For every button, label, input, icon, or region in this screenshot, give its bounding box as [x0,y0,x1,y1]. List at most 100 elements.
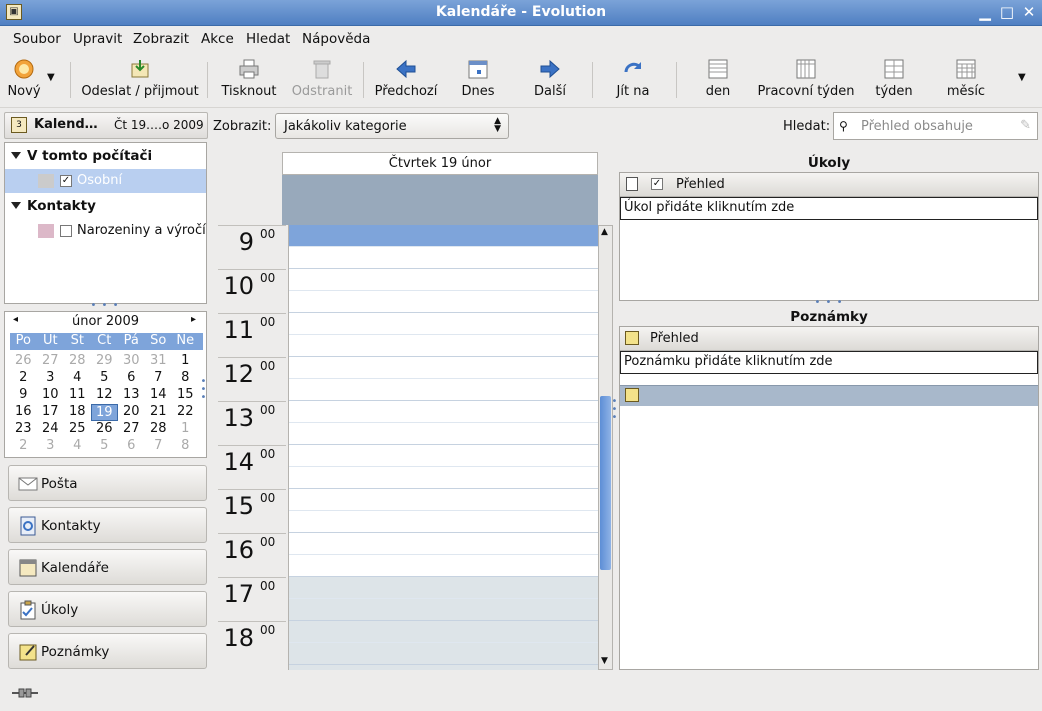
time-slot[interactable] [289,247,598,269]
day-cell[interactable]: 8 [172,438,199,455]
day-header[interactable]: Čtvrtek 19 únor [282,152,598,175]
day-cell[interactable]: 2 [10,438,37,455]
previous-button[interactable]: Předchozí [372,56,440,104]
search-input[interactable]: ⚲ Přehled obsahuje ✎ [833,112,1038,140]
delete-button[interactable]: Odstranit [288,56,356,104]
time-slot[interactable] [289,467,598,489]
day-cell[interactable]: 18 [64,404,91,421]
scroll-down-icon[interactable]: ▼ [601,656,608,666]
time-slot[interactable] [289,665,598,670]
print-button[interactable]: Tisknout [220,56,278,104]
day-cell[interactable]: 24 [37,421,64,438]
day-cell[interactable]: 9 [10,387,37,404]
close-button[interactable]: ✕ [1019,3,1039,23]
day-cell[interactable]: 7 [145,438,172,455]
scroll-up-icon[interactable]: ▲ [601,227,608,237]
menu-help[interactable]: Nápověda [302,31,370,47]
task-complete-icon[interactable]: ✓ [651,178,663,190]
personal-checkbox[interactable]: ✓ [60,175,72,187]
day-cell[interactable]: 14 [145,387,172,404]
binoculars-icon[interactable]: ⚲ [839,119,848,133]
day-cell[interactable]: 26 [91,421,118,438]
time-slot[interactable] [289,225,598,247]
day-cell[interactable]: 20 [118,404,145,421]
day-cell[interactable]: 10 [37,387,64,404]
day-cell[interactable]: 1 [172,353,199,370]
day-cell[interactable]: 7 [145,370,172,387]
day-cell[interactable]: 27 [118,421,145,438]
maximize-button[interactable]: □ [997,3,1017,23]
day-cell[interactable]: 28 [64,353,91,370]
switcher-mail[interactable]: Pošta [8,465,207,501]
day-cell[interactable]: 15 [172,387,199,404]
time-slot[interactable] [289,335,598,357]
day-cell[interactable]: 30 [118,353,145,370]
source-item-birthdays[interactable]: Narozeniny a výročí [5,219,206,243]
toolbar-overflow-icon[interactable]: ▼ [1018,72,1026,83]
time-slot[interactable] [289,643,598,665]
time-slot[interactable] [289,269,598,291]
day-cell[interactable]: 28 [145,421,172,438]
day-pane-resize-handle[interactable]: • • • [611,397,619,428]
day-grid[interactable] [288,225,598,670]
day-cell[interactable]: 29 [91,353,118,370]
day-cell[interactable]: 23 [10,421,37,438]
time-slot[interactable] [289,489,598,511]
time-slot[interactable] [289,621,598,643]
day-cell[interactable]: 13 [118,387,145,404]
day-cell[interactable]: 3 [37,370,64,387]
time-slot[interactable] [289,445,598,467]
add-memo-row[interactable]: Poznámku přidáte kliknutím zde [620,351,1038,374]
time-slot[interactable] [289,555,598,577]
today-button[interactable]: Dnes [456,56,500,104]
day-cell[interactable]: 19 [91,404,118,421]
time-slot[interactable] [289,511,598,533]
all-day-events-area[interactable] [282,175,598,225]
time-slot[interactable] [289,291,598,313]
clear-search-icon[interactable]: ✎ [1020,118,1031,133]
day-cell[interactable]: 27 [37,353,64,370]
send-receive-button[interactable]: Odeslat / přijmout [80,56,200,104]
category-select[interactable]: Jakákoliv kategorie ▲ ▼ [275,113,509,139]
switcher-calendars[interactable]: Kalendáře [8,549,207,585]
prev-month-icon[interactable]: ◂ [13,314,18,325]
time-slot[interactable] [289,313,598,335]
day-cell[interactable]: 5 [91,438,118,455]
day-cell[interactable]: 21 [145,404,172,421]
day-cell[interactable]: 1 [172,421,199,438]
day-view-button[interactable]: den [698,56,738,104]
sidebar-resize-handle[interactable]: • • • [198,377,210,408]
time-slot[interactable] [289,599,598,621]
memos-table[interactable]: Přehled Poznámku přidáte kliknutím zde [619,326,1039,670]
day-cell[interactable]: 3 [37,438,64,455]
menu-actions[interactable]: Akce [201,31,234,47]
goto-button[interactable]: Jít na [610,56,656,104]
expander-icon[interactable] [11,202,21,209]
menu-search[interactable]: Hledat [246,31,290,47]
birthdays-checkbox[interactable] [60,225,72,237]
menu-view[interactable]: Zobrazit [133,31,189,47]
day-cell[interactable]: 5 [91,370,118,387]
day-cell[interactable]: 6 [118,370,145,387]
next-month-icon[interactable]: ▸ [191,314,196,325]
month-view-button[interactable]: měsíc [944,56,988,104]
day-cell[interactable]: 4 [64,438,91,455]
day-scrollbar[interactable]: ▲ ▼ [598,225,613,670]
day-cell[interactable]: 8 [172,370,199,387]
source-list[interactable]: V tomto počítači ✓ Osobní Kontakty Naroz… [4,142,207,304]
week-view-button[interactable]: týden [872,56,916,104]
day-cell[interactable]: 25 [64,421,91,438]
tasks-table[interactable]: ✓ Přehled Úkol přidáte kliknutím zde [619,172,1039,301]
scrollbar-thumb[interactable] [600,396,611,570]
menu-edit[interactable]: Upravit [73,31,122,47]
time-slot[interactable] [289,379,598,401]
mini-calendar[interactable]: ◂ únor 2009 ▸ Po Út St Čt Pá So Ne 26 27 2… [4,311,207,458]
time-slot[interactable] [289,577,598,599]
day-cell[interactable]: 31 [145,353,172,370]
tasks-memos-resize-handle[interactable]: • • • [814,298,844,308]
offline-status-icon[interactable] [10,686,40,700]
time-slot[interactable] [289,423,598,445]
memo-row[interactable] [620,385,1038,406]
day-cell[interactable]: 12 [91,387,118,404]
add-task-row[interactable]: Úkol přidáte kliknutím zde [620,197,1038,220]
